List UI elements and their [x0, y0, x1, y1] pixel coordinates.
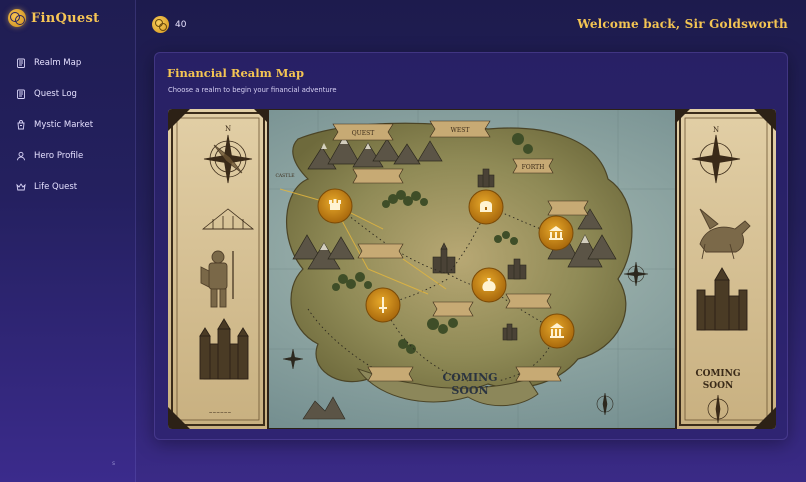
map-banner-forth: FORTH — [522, 164, 545, 171]
coins-icon — [8, 9, 26, 27]
realm-map: N ~~~~~~ N COMING SOON QUEST WEST FORTH … — [168, 109, 776, 429]
realm-marker-6[interactable] — [539, 313, 575, 349]
realm-marker-3[interactable] — [538, 215, 574, 251]
castle-icon — [329, 199, 341, 210]
welcome-message: Welcome back, Sir Goldsworth — [577, 17, 788, 31]
svg-text:N: N — [225, 125, 231, 133]
brand[interactable]: FinQuest — [8, 8, 99, 28]
page-title: Financial Realm Map — [167, 66, 304, 80]
coin-count: 40 — [175, 19, 187, 30]
sidebar-item-mystic-market[interactable]: Mystic Market — [0, 109, 136, 140]
sidebar-item-label: Mystic Market — [34, 119, 94, 130]
map-banner-castle: CASTLE — [275, 173, 294, 179]
realm-marker-5[interactable] — [365, 287, 401, 323]
realm-map-card: Financial Realm Map Choose a realm to be… — [154, 52, 788, 440]
coins-icon — [152, 16, 169, 33]
sidebar-nav: Realm Map Quest Log Mystic Market Hero P… — [0, 47, 136, 202]
svg-text:~~~~~~: ~~~~~~ — [209, 411, 232, 416]
page-subtitle: Choose a realm to begin your financial a… — [168, 86, 337, 94]
coin-balance: 40 — [152, 16, 186, 33]
sidebar-item-label: Hero Profile — [34, 150, 84, 161]
sidebar: FinQuest Realm Map Quest Log Mystic Mark… — [0, 0, 136, 482]
sidebar-item-life-quest[interactable]: Life Quest — [0, 171, 136, 202]
svg-text:N: N — [713, 126, 719, 134]
coming-soon-center-line1: COMING — [442, 371, 497, 384]
crown-icon — [16, 182, 26, 192]
realm-map-illustration: N ~~~~~~ N COMING SOON QUEST WEST FORTH … — [168, 109, 776, 429]
user-icon — [16, 151, 26, 161]
realm-marker-4[interactable] — [471, 267, 507, 303]
map-banner-quest: QUEST — [352, 130, 374, 137]
realm-marker-2[interactable] — [468, 189, 504, 225]
app-title: FinQuest — [31, 10, 100, 26]
map-banner-west: WEST — [451, 127, 470, 134]
scroll-map-icon — [16, 58, 26, 68]
coming-soon-center-line2: SOON — [451, 384, 488, 397]
sidebar-item-quest-log[interactable]: Quest Log — [0, 78, 136, 109]
realm-marker-1[interactable] — [317, 188, 353, 224]
scroll-icon — [16, 89, 26, 99]
sidebar-item-realm-map[interactable]: Realm Map — [0, 47, 136, 78]
coming-soon-right-line1: COMING — [695, 369, 740, 379]
sidebar-item-label: Quest Log — [34, 88, 77, 99]
sidebar-item-label: Life Quest — [34, 181, 78, 192]
bag-icon — [16, 119, 26, 130]
top-bar: 40 Welcome back, Sir Goldsworth — [136, 0, 806, 52]
coming-soon-right-line2: SOON — [703, 381, 733, 391]
treasure-icon — [480, 201, 492, 212]
sidebar-item-label: Realm Map — [34, 57, 82, 68]
sidebar-footer-mark: s — [112, 460, 116, 467]
sidebar-item-hero-profile[interactable]: Hero Profile — [0, 140, 136, 171]
